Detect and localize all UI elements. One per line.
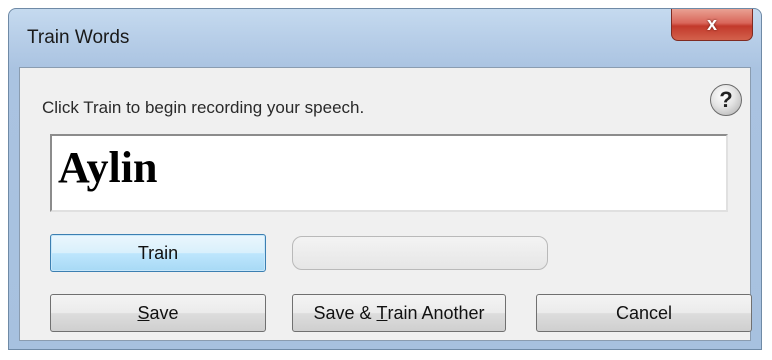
save-train-prefix: Save & (313, 302, 377, 323)
save-button[interactable]: Save (50, 294, 266, 332)
train-button[interactable]: Train (50, 234, 266, 272)
instruction-text: Click Train to begin recording your spee… (42, 98, 365, 117)
save-train-mnemonic: T (376, 302, 388, 323)
close-button[interactable]: x (671, 9, 753, 41)
recording-progress-bar (292, 236, 548, 270)
help-icon-glyph: ? (719, 87, 733, 112)
word-display: Aylin (50, 134, 728, 212)
close-icon: x (706, 14, 717, 34)
save-and-train-another-button[interactable]: Save & Train Another (292, 294, 506, 332)
cancel-button-label: Cancel (615, 302, 673, 323)
word-text: Aylin (58, 143, 158, 192)
window-title: Train Words (27, 27, 130, 48)
dialog-body: Click Train to begin recording your spee… (19, 67, 752, 341)
train-words-dialog: Train Words x Click Train to begin recor… (8, 8, 762, 350)
train-button-label: Train (137, 242, 179, 263)
cancel-button[interactable]: Cancel (536, 294, 752, 332)
save-mnemonic: S (137, 302, 150, 323)
title-bar[interactable]: Train Words x (9, 9, 761, 67)
help-icon[interactable]: ? (710, 84, 742, 116)
save-label-rest: ave (149, 302, 179, 323)
save-train-rest: rain Another (387, 302, 485, 323)
